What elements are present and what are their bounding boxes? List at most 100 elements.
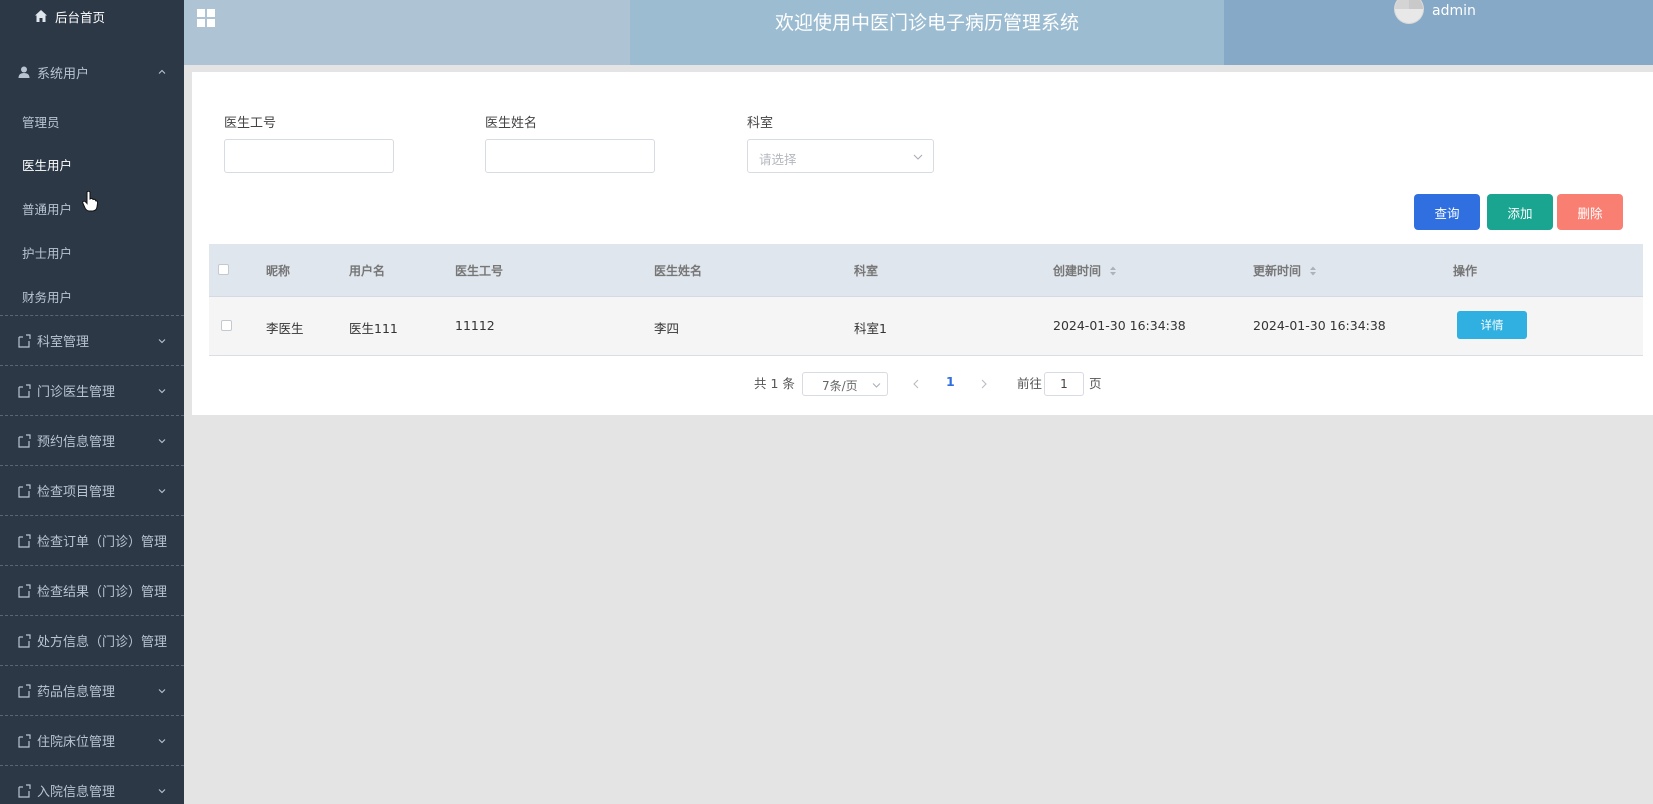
sort-icon[interactable] bbox=[1109, 266, 1117, 276]
clipboard-icon bbox=[18, 683, 31, 698]
sidebar-group[interactable]: 检查项目管理 bbox=[0, 466, 184, 516]
clipboard-icon bbox=[18, 583, 31, 598]
clipboard-icon bbox=[18, 433, 31, 448]
sidebar-home-label: 后台首页 bbox=[55, 9, 106, 25]
sidebar-group[interactable]: 药品信息管理 bbox=[0, 666, 184, 716]
sidebar-group[interactable]: 检查订单（门诊）管理 bbox=[0, 516, 184, 566]
chevron-down-icon bbox=[158, 738, 166, 743]
sidebar-item-normal-users[interactable]: 普通用户 bbox=[22, 199, 72, 218]
chevron-down-icon bbox=[158, 488, 166, 493]
col-created-time[interactable]: 创建时间 bbox=[1053, 262, 1117, 279]
chevron-down-icon bbox=[913, 154, 923, 160]
query-button[interactable]: 查询 bbox=[1414, 194, 1480, 230]
chevron-down-icon bbox=[872, 383, 881, 388]
sidebar-group[interactable]: 门诊医生管理 bbox=[0, 366, 184, 416]
sidebar-group-label: 检查结果（门诊）管理 bbox=[37, 585, 168, 600]
prev-page-icon[interactable] bbox=[912, 379, 920, 389]
chevron-down-icon bbox=[158, 438, 166, 443]
next-page-icon[interactable] bbox=[980, 379, 988, 389]
department-select[interactable]: 请选择 bbox=[747, 139, 934, 173]
page-title: 欢迎使用中医门诊电子病历管理系统 bbox=[774, 12, 1079, 34]
sort-icon[interactable] bbox=[1309, 266, 1317, 276]
sidebar-group-label: 处方信息（门诊）管理 bbox=[37, 635, 168, 650]
col-nickname: 昵称 bbox=[266, 264, 291, 278]
grid-menu-icon[interactable] bbox=[196, 8, 216, 28]
top-header: 欢迎使用中医门诊电子病历管理系统 admin bbox=[184, 0, 1653, 65]
home-icon bbox=[35, 10, 47, 22]
cell-username: 医生111 bbox=[349, 321, 398, 336]
sidebar-group-label: 入院信息管理 bbox=[37, 785, 116, 800]
clipboard-icon bbox=[18, 483, 31, 498]
cell-department: 科室1 bbox=[854, 321, 887, 336]
col-doctor-name: 医生姓名 bbox=[654, 264, 703, 278]
detail-button[interactable]: 详情 bbox=[1457, 311, 1527, 339]
chevron-down-icon bbox=[158, 688, 166, 693]
sidebar-item-home[interactable]: 后台首页 bbox=[34, 6, 105, 26]
sidebar-group[interactable]: 处方信息（门诊）管理 bbox=[0, 616, 184, 666]
doctor-id-label: 医生工号 bbox=[224, 116, 277, 131]
table-row: 李医生 医生111 11112 李四 科室1 2024-01-30 16:34:… bbox=[209, 297, 1643, 356]
clipboard-icon bbox=[18, 633, 31, 648]
sidebar-item-doctor-users[interactable]: 医生用户 bbox=[22, 155, 72, 174]
header-band-left bbox=[184, 0, 630, 65]
delete-button[interactable]: 删除 bbox=[1557, 194, 1623, 230]
col-updated-time[interactable]: 更新时间 bbox=[1253, 262, 1317, 279]
sidebar-item-nurse-users[interactable]: 护士用户 bbox=[22, 243, 72, 262]
sidebar-group[interactable]: 预约信息管理 bbox=[0, 416, 184, 466]
clipboard-icon bbox=[18, 783, 31, 798]
sidebar-group-label: 检查项目管理 bbox=[37, 485, 116, 500]
clipboard-icon bbox=[18, 533, 31, 548]
sidebar-group-label: 住院床位管理 bbox=[37, 735, 116, 750]
chevron-down-icon bbox=[158, 338, 166, 343]
content-panel: 医生工号 医生姓名 科室 请选择 查询 添加 删除 昵称 用户名 医生工号 医生… bbox=[192, 72, 1653, 415]
user-icon bbox=[18, 66, 30, 78]
department-label: 科室 bbox=[747, 116, 774, 131]
username[interactable]: admin bbox=[1432, 3, 1476, 19]
pagination-total: 共 1 条 bbox=[754, 376, 795, 391]
goto-page-input[interactable]: 1 bbox=[1044, 372, 1084, 396]
col-created-label: 创建时间 bbox=[1053, 264, 1102, 278]
sidebar-group[interactable]: 检查结果（门诊）管理 bbox=[0, 566, 184, 616]
sidebar-group[interactable]: 科室管理 bbox=[0, 316, 184, 366]
col-username: 用户名 bbox=[349, 264, 386, 278]
clipboard-icon bbox=[18, 383, 31, 398]
chevron-up-icon bbox=[158, 69, 166, 74]
sidebar-item-finance-users[interactable]: 财务用户 bbox=[22, 287, 72, 306]
table-header: 昵称 用户名 医生工号 医生姓名 科室 创建时间 更新时间 操作 bbox=[209, 244, 1643, 297]
hand-cursor-icon bbox=[82, 190, 98, 212]
col-actions: 操作 bbox=[1453, 264, 1478, 278]
sidebar-group-label: 科室管理 bbox=[37, 335, 90, 350]
goto-label: 前往 bbox=[1017, 376, 1043, 391]
cell-updated-time: 2024-01-30 16:34:38 bbox=[1253, 318, 1386, 333]
row-checkbox[interactable] bbox=[221, 320, 232, 331]
sidebar-group[interactable]: 入院信息管理 bbox=[0, 766, 184, 804]
select-all-checkbox[interactable] bbox=[218, 264, 229, 275]
col-updated-label: 更新时间 bbox=[1253, 264, 1302, 278]
department-placeholder: 请选择 bbox=[759, 152, 797, 167]
doctor-name-label: 医生姓名 bbox=[485, 116, 538, 131]
chevron-down-icon bbox=[158, 388, 166, 393]
sidebar-group[interactable]: 住院床位管理 bbox=[0, 716, 184, 766]
doctor-id-input[interactable] bbox=[224, 139, 394, 173]
sidebar-group-label: 预约信息管理 bbox=[37, 435, 116, 450]
add-button[interactable]: 添加 bbox=[1487, 194, 1553, 230]
sidebar-group-label: 药品信息管理 bbox=[37, 685, 116, 700]
page-number-current[interactable]: 1 bbox=[946, 374, 955, 389]
chevron-down-icon bbox=[158, 788, 166, 793]
sidebar-group-label: 检查订单（门诊）管理 bbox=[37, 535, 168, 550]
doctor-name-input[interactable] bbox=[485, 139, 655, 173]
sidebar: 后台首页 系统用户 管理员 医生用户 普通用户 护士用户 财务用户 科室管理门诊… bbox=[0, 0, 184, 804]
col-doctor-id: 医生工号 bbox=[455, 264, 504, 278]
cell-doctor-name: 李四 bbox=[654, 321, 680, 336]
sidebar-item-admin[interactable]: 管理员 bbox=[22, 112, 60, 131]
page-size-select[interactable]: 7条/页 bbox=[802, 372, 888, 396]
sidebar-group-system-users[interactable]: 系统用户 bbox=[0, 47, 184, 97]
cell-created-time: 2024-01-30 16:34:38 bbox=[1053, 318, 1186, 333]
col-department: 科室 bbox=[854, 264, 879, 278]
cell-nickname: 李医生 bbox=[266, 321, 304, 336]
sidebar-group-label: 门诊医生管理 bbox=[37, 385, 116, 400]
page-size-value: 7条/页 bbox=[822, 379, 858, 393]
clipboard-icon bbox=[18, 333, 31, 348]
cell-doctor-id: 11112 bbox=[455, 318, 495, 333]
page-suffix: 页 bbox=[1089, 376, 1102, 391]
